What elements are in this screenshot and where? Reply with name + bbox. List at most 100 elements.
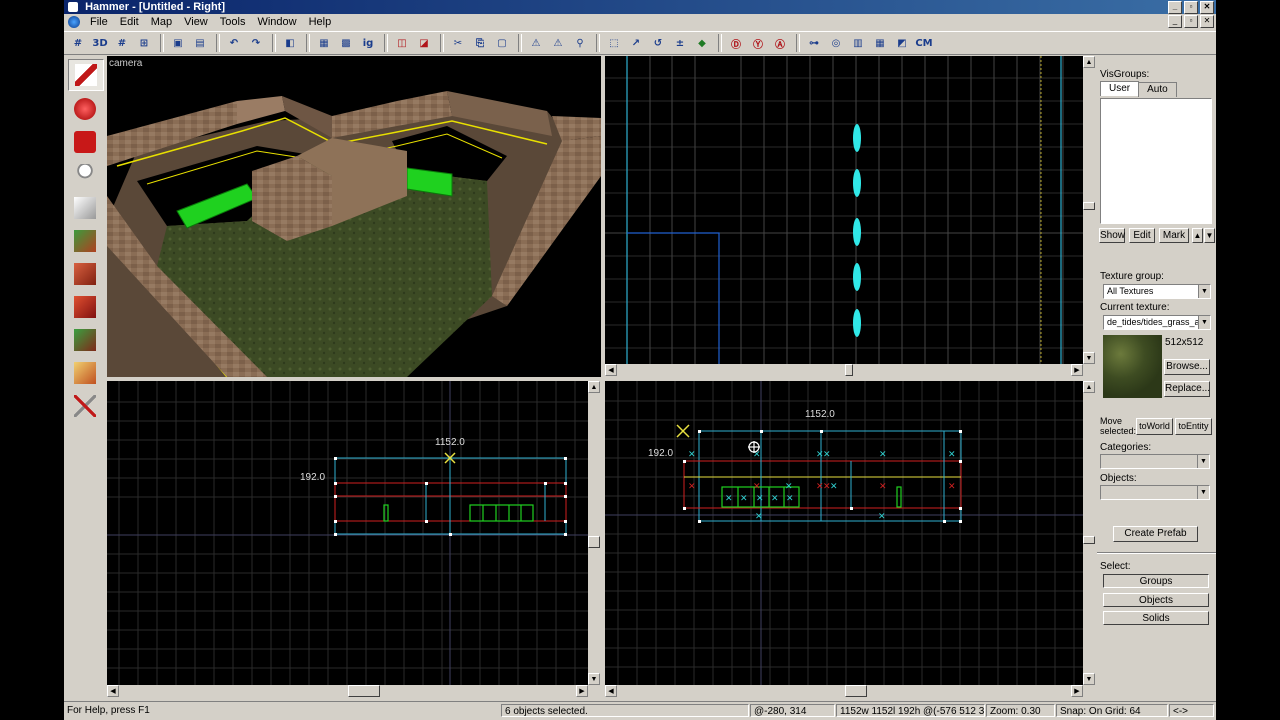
redo-icon[interactable]: ↷	[246, 34, 266, 52]
entity-tool-button[interactable]	[68, 160, 102, 190]
ignore-group-icon[interactable]: ig	[358, 34, 378, 52]
cut-icon[interactable]: ✂	[448, 34, 468, 52]
3d-grid-icon[interactable]: 3D	[90, 34, 110, 52]
cordon-icon[interactable]: ◎	[826, 34, 846, 52]
scroll-down-arrow-icon[interactable]: ▼	[588, 673, 600, 685]
visgroup-up-arrow-icon[interactable]: ▲	[1192, 228, 1203, 243]
categories-select[interactable]: ▼	[1100, 454, 1210, 469]
restore-button[interactable]: ▫	[1184, 1, 1198, 14]
select-groups-button[interactable]: Groups	[1103, 574, 1209, 588]
minimize-button[interactable]: _	[1168, 1, 1182, 14]
rotate-icon[interactable]: ↺	[648, 34, 668, 52]
to-world-button[interactable]: toWorld	[1136, 418, 1173, 435]
ungroup-icon[interactable]: ▤	[190, 34, 210, 52]
block-tool-button[interactable]	[68, 193, 102, 223]
vertex-tool-button[interactable]	[68, 391, 102, 421]
grid-snap-icon[interactable]: ⊞	[134, 34, 154, 52]
scroll-up-arrow-icon[interactable]: ▲	[1083, 56, 1095, 68]
scroll-left-arrow-icon[interactable]: ◀	[605, 685, 617, 697]
mdi-restore-button[interactable]: ▫	[1184, 15, 1198, 28]
close-button[interactable]: ✕	[1200, 1, 1214, 14]
visgroup-down-arrow-icon[interactable]: ▼	[1204, 228, 1215, 243]
menu-window[interactable]: Window	[251, 16, 302, 28]
carve-icon[interactable]: ◧	[280, 34, 300, 52]
grid-icon[interactable]: #	[68, 34, 88, 52]
scroll-right-arrow-icon[interactable]: ▶	[1071, 364, 1083, 376]
scroll-thumb[interactable]	[1083, 536, 1095, 544]
front-2d-viewport[interactable]: ✕ ✕ ✕ ✕ ✕ ✕ ✕ ✕ ✕ ✕ ✕ ✕ ✕ ✕ ✕ ✕ ✕ ✕ ✕ ✕ ✕	[605, 381, 1083, 685]
side-vscroll[interactable]: ▲ ▼	[588, 381, 600, 685]
mdi-close-button[interactable]: ✕	[1200, 15, 1214, 28]
paste-icon[interactable]: ▢	[492, 34, 512, 52]
visgroups-list[interactable]	[1100, 98, 1212, 224]
menu-file[interactable]: File	[84, 16, 114, 28]
top-right-2d-viewport[interactable]	[605, 56, 1095, 364]
decal-tool-button[interactable]	[68, 292, 102, 322]
show-icon[interactable]: ▩	[336, 34, 356, 52]
tab-user[interactable]: User	[1100, 81, 1140, 96]
tab-auto[interactable]: Auto	[1138, 82, 1177, 97]
scroll-left-arrow-icon[interactable]: ◀	[605, 364, 617, 376]
scroll-up-arrow-icon[interactable]: ▲	[1083, 381, 1095, 393]
instance-icon[interactable]: ▦	[870, 34, 890, 52]
scroll-thumb[interactable]	[588, 536, 600, 548]
menu-view[interactable]: View	[178, 16, 214, 28]
to-entity-button[interactable]: toEntity	[1175, 418, 1212, 435]
mdi-minimize-button[interactable]: _	[1168, 15, 1182, 28]
camera-viewport[interactable]: camera	[107, 56, 601, 377]
side-2d-viewport[interactable]: 1152.0 192.0	[107, 381, 588, 685]
menu-tools[interactable]: Tools	[214, 16, 252, 28]
overlay-tool-button[interactable]	[68, 325, 102, 355]
create-prefab-button[interactable]: Create Prefab	[1113, 526, 1198, 542]
texture-group-select[interactable]: All Textures ▼	[1103, 284, 1211, 299]
scroll-down-arrow-icon[interactable]: ▼	[1083, 352, 1095, 364]
entities-icon[interactable]: ⚲	[570, 34, 590, 52]
check-icon[interactable]: ◩	[892, 34, 912, 52]
texture-browse-button[interactable]: Browse...	[1164, 359, 1210, 375]
menu-map[interactable]: Map	[145, 16, 178, 28]
texture-replace-button[interactable]: Replace...	[1164, 381, 1210, 397]
scroll-right-arrow-icon[interactable]: ▶	[576, 685, 588, 697]
scroll-thumb[interactable]	[348, 685, 380, 697]
visgroup-show-button[interactable]: Show	[1099, 228, 1125, 243]
texture-scale-lock-icon[interactable]: ⚠	[548, 34, 568, 52]
side-hscroll[interactable]: ◀ ▶	[107, 685, 588, 697]
top-right-vscroll[interactable]: ▲ ▼	[1083, 56, 1095, 364]
menu-help[interactable]: Help	[303, 16, 338, 28]
scroll-down-arrow-icon[interactable]: ▼	[1083, 673, 1095, 685]
align-icon[interactable]: Ⓐ	[770, 34, 790, 52]
clipping-tool-button[interactable]	[68, 358, 102, 388]
copy-icon[interactable]: ⎘	[470, 34, 490, 52]
current-texture-select[interactable]: de_tides/tides_grass_a ▼	[1103, 315, 1211, 330]
hide-items-icon[interactable]: ▥	[848, 34, 868, 52]
flip-vertical-icon[interactable]: Ⓨ	[748, 34, 768, 52]
scroll-left-arrow-icon[interactable]: ◀	[107, 685, 119, 697]
select-objects-button[interactable]: Objects	[1103, 593, 1209, 607]
dots-grid-icon[interactable]: #	[112, 34, 132, 52]
front-hscroll[interactable]: ◀ ▶	[605, 685, 1083, 697]
translate-icon[interactable]: ↗	[626, 34, 646, 52]
undo-icon[interactable]: ↶	[224, 34, 244, 52]
group-icon[interactable]: ▣	[168, 34, 188, 52]
clip-icon[interactable]: ◪	[414, 34, 434, 52]
select-box-icon[interactable]: ⬚	[604, 34, 624, 52]
hollow-icon[interactable]: ◫	[392, 34, 412, 52]
top-right-hscroll[interactable]: ◀ ▶	[605, 364, 1083, 376]
skew-icon[interactable]: ◆	[692, 34, 712, 52]
magnify-tool-button[interactable]	[68, 94, 102, 124]
visgroup-edit-button[interactable]: Edit	[1129, 228, 1155, 243]
scroll-thumb[interactable]	[845, 685, 867, 697]
front-vscroll[interactable]: ▲ ▼	[1083, 381, 1095, 685]
hide-icon[interactable]: ▦	[314, 34, 334, 52]
cm-button[interactable]: CM	[914, 34, 934, 52]
texture-tool-button[interactable]	[68, 226, 102, 256]
camera-tool-button[interactable]	[68, 127, 102, 157]
menu-edit[interactable]: Edit	[114, 16, 145, 28]
flip-horizontal-icon[interactable]: Ⓓ	[726, 34, 746, 52]
scroll-thumb[interactable]	[1083, 202, 1095, 210]
scroll-thumb[interactable]	[845, 364, 853, 376]
objects-select[interactable]: ▼	[1100, 485, 1210, 500]
scroll-right-arrow-icon[interactable]: ▶	[1071, 685, 1083, 697]
selection-tool-button[interactable]	[68, 59, 104, 91]
apply-texture-tool-button[interactable]	[68, 259, 102, 289]
